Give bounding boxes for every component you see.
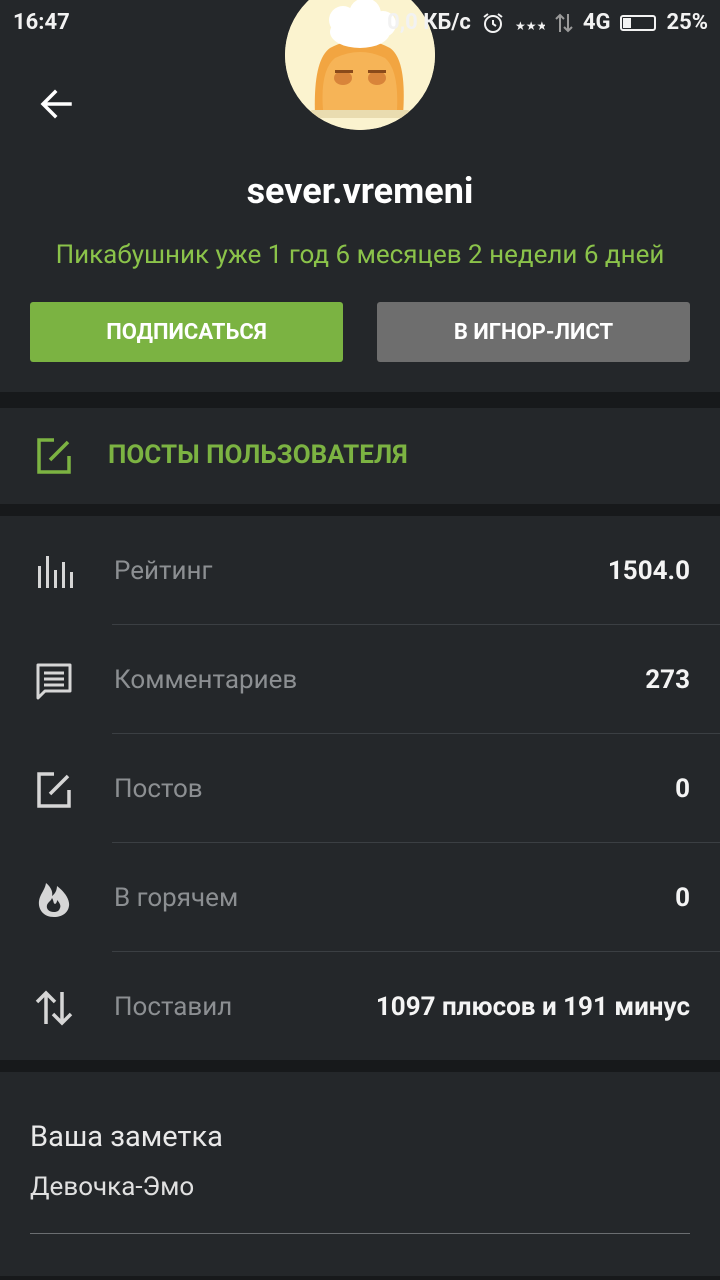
user-posts-link[interactable]: Посты пользователя (0, 408, 720, 504)
stat-label: Комментариев (114, 665, 298, 695)
net-speed: 0,0 КБ/с (387, 10, 471, 35)
data-arrows-icon (555, 13, 573, 32)
stat-row-posts: Постов 0 (0, 734, 720, 843)
member-since-text: Пикабушник уже 1 год 6 месяцев 2 недели … (55, 240, 665, 270)
edit-icon (37, 772, 71, 808)
note-input-underline (30, 1233, 690, 1234)
alarm-icon (483, 12, 503, 33)
stat-label: Поставил (114, 992, 233, 1022)
network-type: 4G (582, 10, 611, 35)
battery-percent: 25% (666, 10, 708, 35)
stat-label: В горячем (114, 883, 239, 913)
bar-chart-icon (38, 556, 73, 588)
user-note-panel: Ваша заметка Девочка-Эмо (0, 1072, 720, 1276)
stat-value: 1504.0 (607, 556, 690, 586)
signal-icon: ★★★ (515, 19, 545, 33)
stat-row-comments: Комментариев 273 (0, 625, 720, 734)
subscribe-button[interactable]: Подписаться (30, 302, 343, 362)
battery-icon (620, 14, 657, 31)
svg-text:★★★: ★★★ (515, 19, 545, 33)
comment-icon (36, 663, 72, 700)
stat-value: 1097 плюсов и 191 минус (375, 992, 690, 1022)
stat-value: 273 (645, 665, 690, 695)
profile-header: sever.vremeni Пикабушник уже 1 год 6 мес… (0, 0, 720, 392)
note-title: Ваша заметка (30, 1120, 223, 1154)
fire-icon (38, 883, 70, 917)
swap-vert-icon (35, 990, 73, 1026)
username: sever.vremeni (246, 170, 474, 212)
user-posts-label: Посты пользователя (108, 440, 408, 470)
stats-panel: Рейтинг 1504.0 Комментариев 273 Постов 0… (0, 516, 720, 1060)
note-input[interactable]: Девочка-Эмо (30, 1172, 194, 1202)
stat-value: 0 (675, 774, 690, 804)
stat-value: 0 (675, 883, 690, 913)
status-bar: 16:47 0,0 КБ/с ★★★ 4G 25% (0, 0, 720, 50)
back-arrow-icon[interactable] (36, 84, 76, 124)
clock: 16:47 (13, 10, 70, 35)
stat-row-hot: В горячем 0 (0, 843, 720, 952)
stat-row-rating: Рейтинг 1504.0 (0, 516, 720, 625)
stat-label: Постов (114, 774, 203, 804)
stat-label: Рейтинг (114, 556, 213, 586)
ignore-list-button[interactable]: В игнор-лист (377, 302, 690, 362)
stat-row-votes: Поставил 1097 плюсов и 191 минус (0, 952, 720, 1061)
edit-icon (37, 438, 71, 474)
